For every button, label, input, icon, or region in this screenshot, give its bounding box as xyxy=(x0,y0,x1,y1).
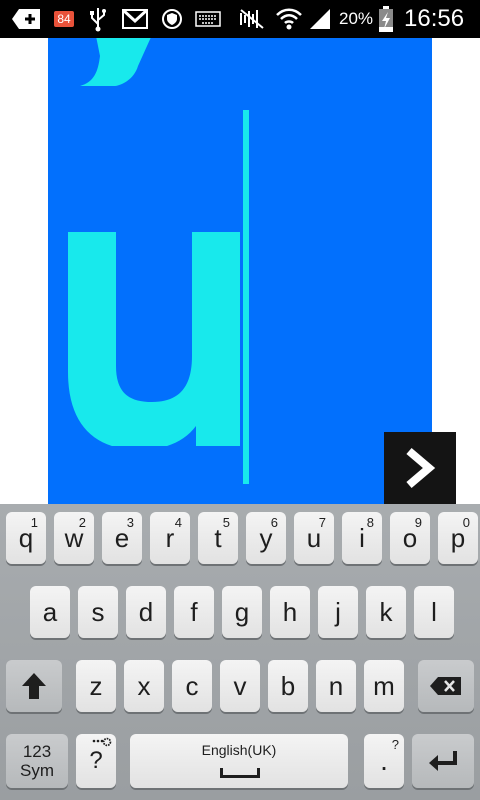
key-l[interactable]: l xyxy=(414,586,454,638)
enter-key[interactable] xyxy=(412,734,474,788)
key-p-hint: 0 xyxy=(462,515,470,530)
battery-percent: 20% xyxy=(339,9,374,28)
wifi-icon xyxy=(274,0,304,38)
shift-icon xyxy=(22,673,46,699)
key-f[interactable]: f xyxy=(174,586,214,638)
key-s[interactable]: s xyxy=(78,586,118,638)
space-key[interactable]: English(UK) xyxy=(130,734,348,788)
keyboard-icon xyxy=(194,0,222,38)
key-m[interactable]: m xyxy=(364,660,404,712)
security-icon xyxy=(160,0,184,38)
key-p[interactable]: p0 xyxy=(438,512,478,564)
period-key-hint: ? xyxy=(391,737,399,752)
key-y-hint: 6 xyxy=(270,515,278,530)
accent-glyph xyxy=(80,38,151,86)
key-t-hint: 5 xyxy=(222,515,230,530)
period-key[interactable]: . ? xyxy=(364,734,404,788)
next-button[interactable] xyxy=(384,432,456,504)
space-bar-glyph xyxy=(220,768,260,778)
key-w-hint: 2 xyxy=(78,515,86,530)
key-s-label: s xyxy=(91,597,105,627)
key-n[interactable]: n xyxy=(316,660,356,712)
key-w[interactable]: w2 xyxy=(54,512,94,564)
key-t-label: t xyxy=(214,523,222,553)
key-d[interactable]: d xyxy=(126,586,166,638)
enter-icon xyxy=(429,751,457,771)
key-l-label: l xyxy=(431,597,437,627)
key-c[interactable]: c xyxy=(172,660,212,712)
key-j-label: j xyxy=(335,597,341,627)
letter-glyph xyxy=(68,232,240,446)
key-r-label: r xyxy=(165,523,175,553)
question-key[interactable]: ? xyxy=(76,734,116,788)
chevron-right-icon xyxy=(406,447,436,489)
key-o[interactable]: o9 xyxy=(390,512,430,564)
key-g-label: g xyxy=(234,597,250,627)
battery-charging-icon xyxy=(377,0,395,38)
key-o-hint: 9 xyxy=(414,515,422,530)
key-y[interactable]: y6 xyxy=(246,512,286,564)
key-e-hint: 3 xyxy=(126,515,134,530)
key-u-hint: 7 xyxy=(318,515,326,530)
sym-key-label: 123 Sym xyxy=(20,742,54,780)
sym-key-line2: Sym xyxy=(20,761,54,780)
key-r-hint: 4 xyxy=(174,515,182,530)
key-d-label: d xyxy=(138,597,154,627)
backspace-icon xyxy=(430,677,461,695)
clock: 16:56 xyxy=(404,5,465,32)
key-c-label: c xyxy=(185,671,199,701)
key-f-label: f xyxy=(190,597,198,627)
key-q-hint: 1 xyxy=(30,515,38,530)
soft-keyboard: q1w2e3r4t5y6u7i8o9p0 asdfghjkl zxcvbnm 1… xyxy=(0,504,480,800)
notification-badge: 84 xyxy=(50,0,78,38)
space-key-language: English(UK) xyxy=(201,742,277,758)
key-g[interactable]: g xyxy=(222,586,262,638)
key-i-hint: 8 xyxy=(366,515,374,530)
key-i-label: i xyxy=(359,523,365,553)
key-k[interactable]: k xyxy=(366,586,406,638)
key-z[interactable]: z xyxy=(76,660,116,712)
text-cursor xyxy=(243,110,249,484)
key-h[interactable]: h xyxy=(270,586,310,638)
notification-count: 84 xyxy=(54,11,74,27)
key-h-label: h xyxy=(282,597,298,627)
status-bar: 84 20% 16:56 xyxy=(0,0,480,38)
key-v[interactable]: v xyxy=(220,660,260,712)
key-n-label: n xyxy=(328,671,344,701)
handwriting-canvas[interactable] xyxy=(48,38,432,504)
question-key-label: ? xyxy=(89,747,103,774)
usb-icon xyxy=(88,0,108,38)
key-b[interactable]: b xyxy=(268,660,308,712)
key-q[interactable]: q1 xyxy=(6,512,46,564)
key-x-label: x xyxy=(137,671,151,701)
period-key-label: . xyxy=(380,745,388,776)
gmail-icon xyxy=(121,0,149,38)
add-icon xyxy=(10,0,42,38)
key-a-label: a xyxy=(42,597,58,627)
key-b-label: b xyxy=(280,671,296,701)
key-a[interactable]: a xyxy=(30,586,70,638)
key-t[interactable]: t5 xyxy=(198,512,238,564)
key-u[interactable]: u7 xyxy=(294,512,334,564)
key-i[interactable]: i8 xyxy=(342,512,382,564)
screen: 84 20% 16:56 q 1 w 2 e 3 r 4 t 5 y 6 u 7… xyxy=(0,0,480,800)
mute-icon xyxy=(238,0,268,38)
backspace-key[interactable] xyxy=(418,660,474,712)
sym-key-line1: 123 xyxy=(22,742,52,761)
shift-key[interactable] xyxy=(6,660,62,712)
key-v-label: v xyxy=(233,671,247,701)
settings-icon xyxy=(92,737,112,747)
key-z-label: z xyxy=(89,671,103,701)
key-r[interactable]: r4 xyxy=(150,512,190,564)
signal-icon xyxy=(306,0,334,38)
key-x[interactable]: x xyxy=(124,660,164,712)
key-e[interactable]: e3 xyxy=(102,512,142,564)
key-j[interactable]: j xyxy=(318,586,358,638)
sym-key[interactable]: 123 Sym xyxy=(6,734,68,788)
key-m-label: m xyxy=(373,671,395,701)
key-k-label: k xyxy=(379,597,393,627)
